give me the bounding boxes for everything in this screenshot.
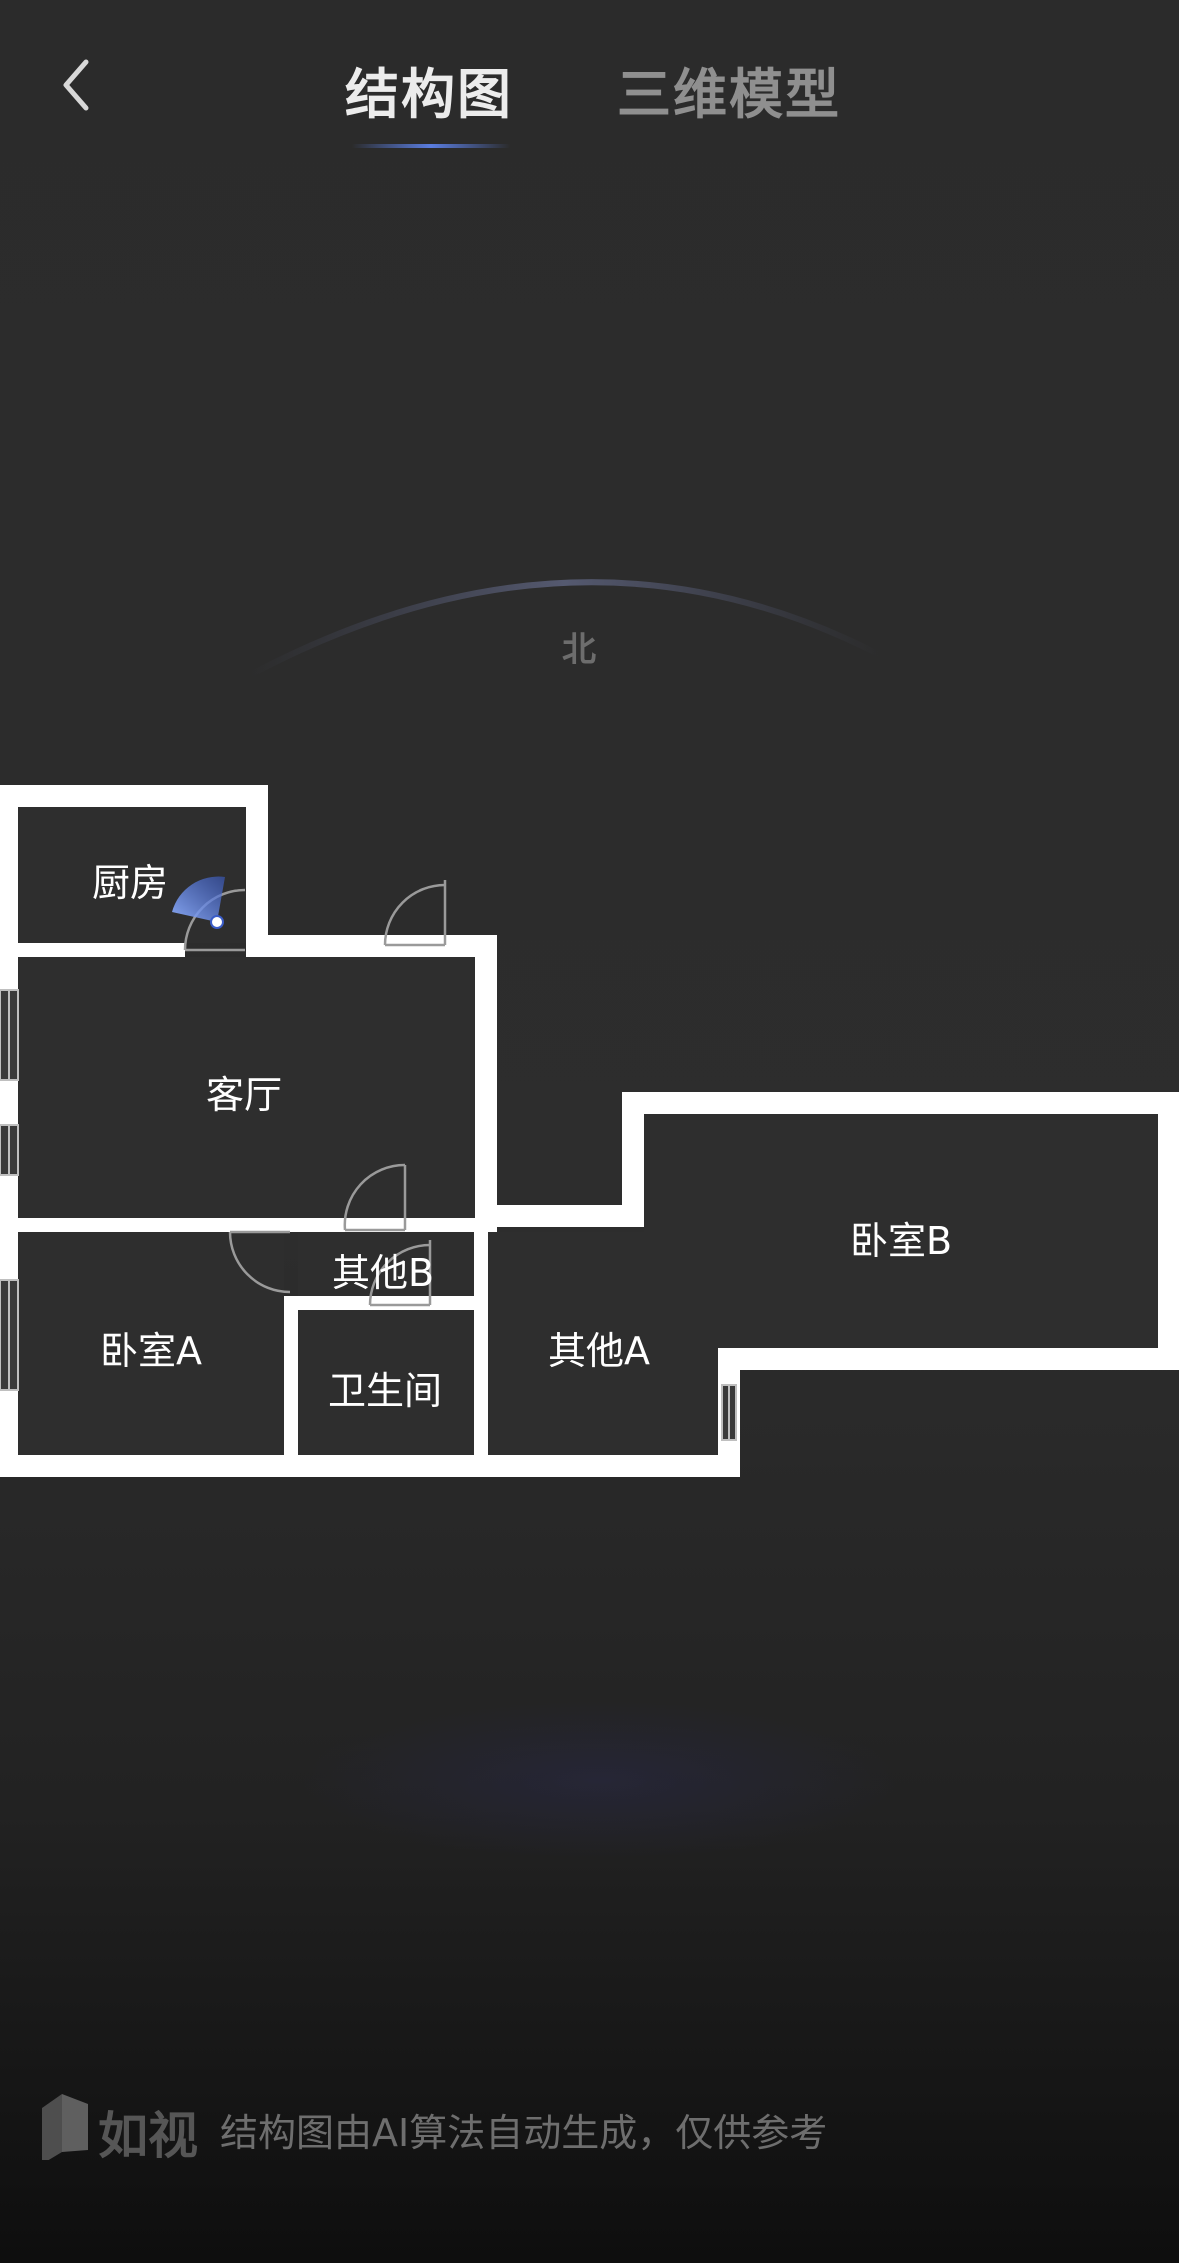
room-label-bathroom[interactable]: 卫生间 <box>328 1360 442 1415</box>
brand-logo-icon <box>42 2094 88 2160</box>
room-label-bedroom-a[interactable]: 卧室A <box>100 1320 202 1375</box>
room-label-other-b[interactable]: 其他B <box>332 1242 434 1297</box>
ambient-shadow <box>300 1700 900 1860</box>
brand-name: 如视 <box>98 2107 198 2165</box>
room-label-bedroom-b[interactable]: 卧室B <box>850 1210 952 1265</box>
room-label-other-a[interactable]: 其他A <box>548 1320 650 1375</box>
disclaimer-text: 结构图由AI算法自动生成，仅供参考 <box>220 2111 828 2155</box>
room-label-living-room[interactable]: 客厅 <box>206 1064 282 1119</box>
footer: 如视 结构图由AI算法自动生成，仅供参考 <box>36 2090 1136 2165</box>
floor-plan[interactable] <box>0 0 1179 2263</box>
room-label-kitchen[interactable]: 厨房 <box>92 852 168 907</box>
